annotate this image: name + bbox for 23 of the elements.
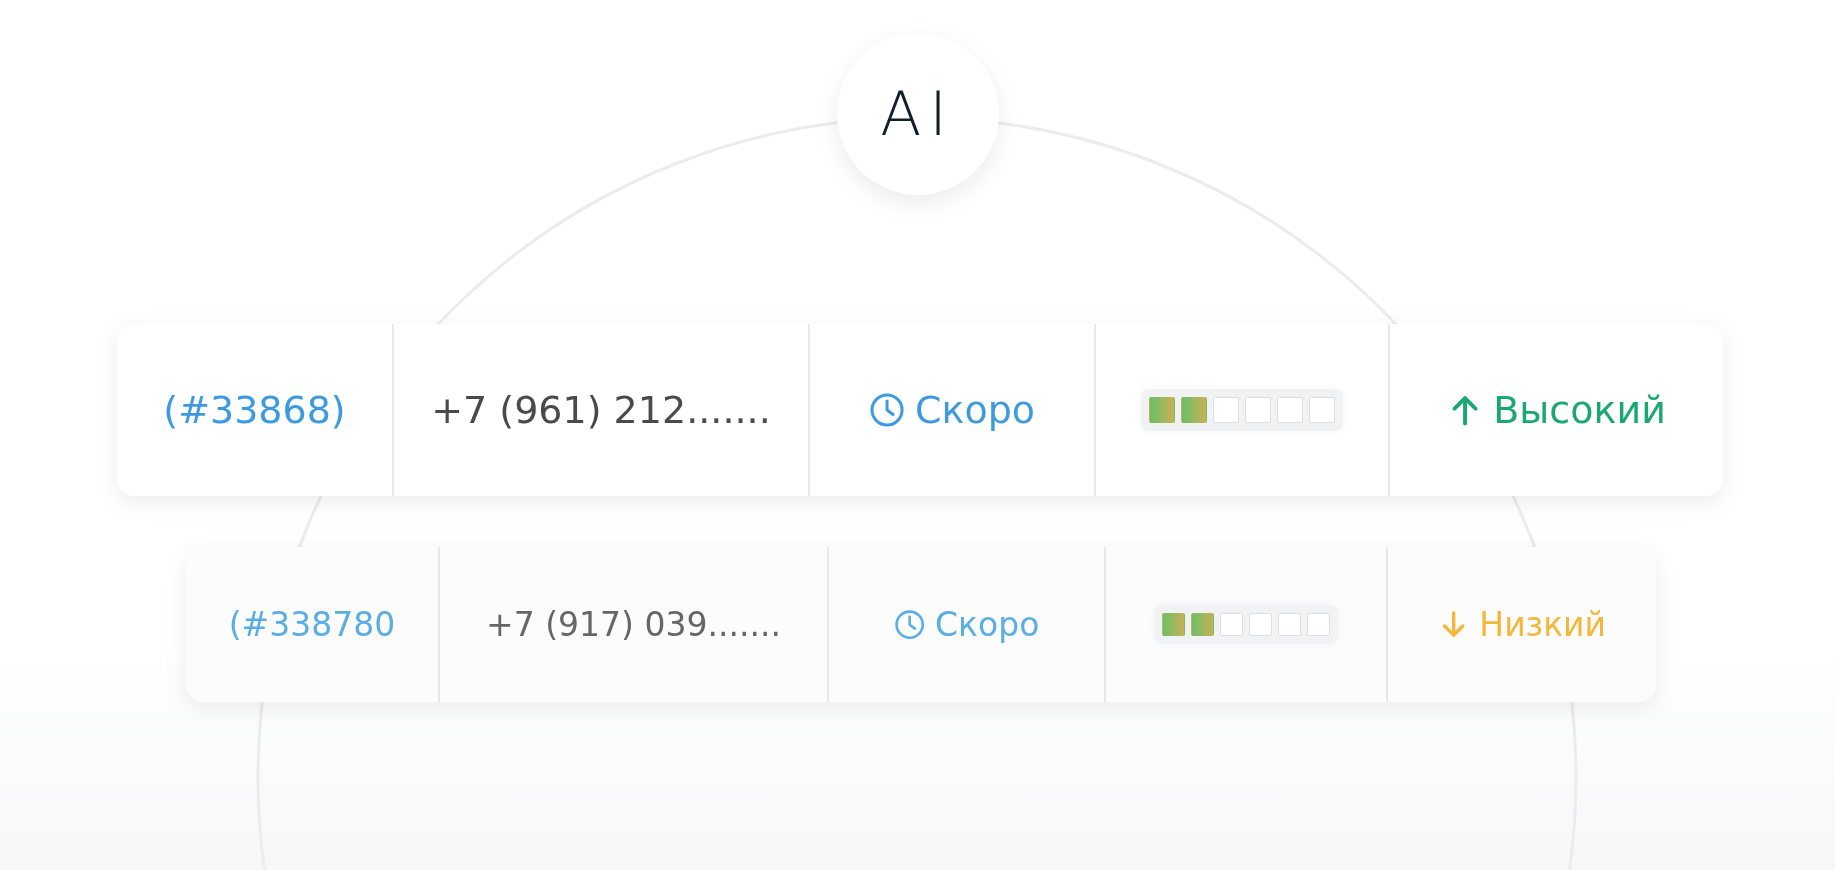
phone-number: +7 (917) 039....... (486, 605, 781, 644)
score-segment (1213, 397, 1239, 423)
score-segment (1309, 397, 1335, 423)
ticket-id: (#338780 (228, 605, 396, 644)
score-segment (1162, 613, 1185, 636)
score-segment (1149, 397, 1175, 423)
clock-icon (893, 608, 925, 641)
score-segment (1181, 397, 1207, 423)
priority-label: Высокий (1493, 388, 1666, 432)
score-segment (1307, 613, 1330, 636)
status-label: Скоро (915, 388, 1036, 432)
clock-icon (868, 391, 905, 429)
priority-label: Низкий (1479, 605, 1606, 644)
score-segment (1278, 613, 1301, 636)
ai-badge: AI (836, 33, 999, 195)
score-segment (1277, 397, 1303, 423)
phone-number: +7 (961) 212....... (431, 388, 771, 432)
score-segment (1191, 613, 1214, 636)
score-segment (1220, 613, 1243, 636)
status-label: Скоро (935, 605, 1040, 644)
score-segment (1245, 397, 1271, 423)
ticket-id: (#33868) (163, 388, 346, 432)
score-segment (1249, 613, 1272, 636)
